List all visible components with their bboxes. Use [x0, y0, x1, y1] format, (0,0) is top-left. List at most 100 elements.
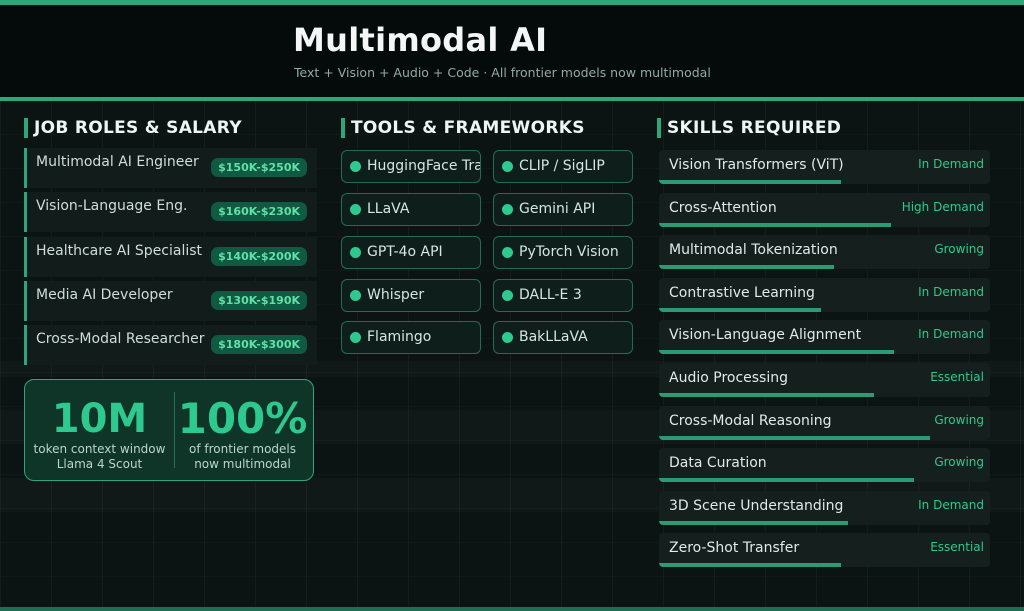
bullet-dot-icon: [502, 204, 513, 215]
skill-status-badge: High Demand: [901, 200, 984, 214]
skill-progress-bar: [659, 478, 990, 482]
tool-chip[interactable]: BakLLaVA: [493, 321, 633, 354]
salary-badge: $160K-$230K: [211, 202, 307, 221]
job-role-name: Healthcare AI Specialist: [36, 243, 203, 259]
stat-label: of frontier models: [188, 442, 296, 456]
skill-progress-bar: [659, 521, 990, 525]
skill-progress-fill: [659, 265, 835, 269]
tool-label: PyTorch Vision: [519, 244, 619, 260]
tool-chip[interactable]: Whisper: [341, 279, 481, 312]
skill-name: Cross-Attention: [669, 200, 777, 216]
page-subtitle: Text + Vision + Audio + Code · All front…: [294, 65, 711, 80]
skill-progress-fill: [659, 223, 891, 227]
skill-name: Vision Transformers (ViT): [669, 157, 844, 173]
job-role-name: Media AI Developer: [36, 287, 173, 303]
skill-progress-bar: [659, 350, 990, 354]
tool-chip[interactable]: LLaVA: [341, 193, 481, 226]
tool-chip[interactable]: PyTorch Vision: [493, 236, 633, 269]
bullet-dot-icon: [350, 161, 361, 172]
skill-status-badge: Essential: [930, 370, 984, 384]
skill-progress-fill: [659, 478, 914, 482]
skill-status-badge: In Demand: [918, 498, 984, 512]
job-role-card: Vision-Language Eng. $160K-$230K: [24, 192, 317, 232]
tool-chip[interactable]: CLIP / SigLIP: [493, 150, 633, 183]
bullet-dot-icon: [502, 332, 513, 343]
skill-name: 3D Scene Understanding: [669, 498, 844, 514]
tool-chip[interactable]: Gemini API: [493, 193, 633, 226]
tool-label: Gemini API: [519, 201, 596, 217]
skill-status-badge: Growing: [934, 413, 984, 427]
skill-progress-fill: [659, 563, 842, 567]
job-role-name: Vision-Language Eng.: [36, 198, 188, 214]
skill-name: Contrastive Learning: [669, 285, 815, 301]
skill-row: Data Curation Growing: [659, 448, 990, 482]
section-heading-skills: SKILLS REQUIRED: [657, 118, 841, 138]
skill-name: Audio Processing: [669, 370, 788, 386]
skill-progress-fill: [659, 350, 894, 354]
header: Multimodal AI Text + Vision + Audio + Co…: [0, 5, 1024, 97]
section-heading-roles: JOB ROLES & SALARY: [24, 118, 242, 138]
skill-row: Multimodal Tokenization Growing: [659, 235, 990, 269]
bullet-dot-icon: [502, 161, 513, 172]
bullet-dot-icon: [350, 332, 361, 343]
stat-multimodal-share: 100% of frontier models now multimodal: [170, 380, 315, 472]
bullet-dot-icon: [502, 247, 513, 258]
footer-divider: [0, 607, 1024, 611]
skill-row: Contrastive Learning In Demand: [659, 278, 990, 312]
skill-progress-fill: [659, 393, 875, 397]
skill-name: Vision-Language Alignment: [669, 327, 862, 343]
skill-row: 3D Scene Understanding In Demand: [659, 491, 990, 525]
tool-label: GPT-4o API: [367, 244, 443, 260]
skill-row: Zero-Shot Transfer Essential: [659, 533, 990, 567]
tool-chip[interactable]: DALL-E 3: [493, 279, 633, 312]
salary-badge: $180K-$300K: [211, 335, 307, 354]
skill-name: Data Curation: [669, 455, 767, 471]
job-role-card: Media AI Developer $130K-$190K: [24, 281, 317, 321]
skill-status-badge: In Demand: [918, 285, 984, 299]
skill-name: Multimodal Tokenization: [669, 242, 838, 258]
stat-value: 100%: [177, 394, 308, 443]
skill-progress-fill: [659, 521, 848, 525]
skill-progress-bar: [659, 223, 990, 227]
section-heading-tools: TOOLS & FRAMEWORKS: [341, 118, 585, 138]
skill-row: Cross-Modal Reasoning Growing: [659, 406, 990, 440]
job-role-card: Cross-Modal Researcher $180K-$300K: [24, 325, 317, 365]
skill-progress-fill: [659, 436, 931, 440]
salary-badge: $130K-$190K: [211, 291, 307, 310]
tool-label: Whisper: [367, 287, 425, 303]
stat-label: Llama 4 Scout: [56, 457, 143, 471]
job-role-name: Cross-Modal Researcher: [36, 331, 205, 347]
job-role-name: Multimodal AI Engineer: [36, 154, 199, 170]
bullet-dot-icon: [502, 290, 513, 301]
stat-value: 10M: [51, 396, 148, 442]
skill-name: Cross-Modal Reasoning: [669, 413, 832, 429]
salary-badge: $150K-$250K: [211, 158, 307, 177]
tool-chip[interactable]: GPT-4o API: [341, 236, 481, 269]
bullet-dot-icon: [350, 247, 361, 258]
skill-status-badge: In Demand: [918, 327, 984, 341]
stat-label: token context window: [33, 442, 166, 456]
tool-chip[interactable]: Flamingo: [341, 321, 481, 354]
bullet-dot-icon: [350, 290, 361, 301]
skill-status-badge: Growing: [934, 242, 984, 256]
skill-status-badge: Essential: [930, 540, 984, 554]
skill-progress-bar: [659, 180, 990, 184]
skill-row: Vision Transformers (ViT) In Demand: [659, 150, 990, 184]
tool-label: CLIP / SigLIP: [519, 158, 605, 174]
tool-chip[interactable]: HuggingFace Transformers: [341, 150, 481, 183]
skill-row: Cross-Attention High Demand: [659, 193, 990, 227]
tool-label: DALL-E 3: [519, 287, 582, 303]
header-divider: [0, 97, 1024, 101]
bullet-dot-icon: [350, 204, 361, 215]
tool-label: LLaVA: [367, 201, 410, 217]
skill-progress-bar: [659, 265, 990, 269]
job-role-card: Healthcare AI Specialist $140K-$200K: [24, 237, 317, 277]
stats-card: 10M token context window Llama 4 Scout 1…: [24, 379, 314, 481]
skill-progress-bar: [659, 393, 990, 397]
skill-progress-bar: [659, 436, 990, 440]
job-role-card: Multimodal AI Engineer $150K-$250K: [24, 148, 317, 188]
stat-label: now multimodal: [194, 457, 291, 471]
stat-context-window: 10M token context window Llama 4 Scout: [27, 380, 172, 472]
skill-progress-fill: [659, 180, 842, 184]
page-title: Multimodal AI: [293, 21, 548, 59]
